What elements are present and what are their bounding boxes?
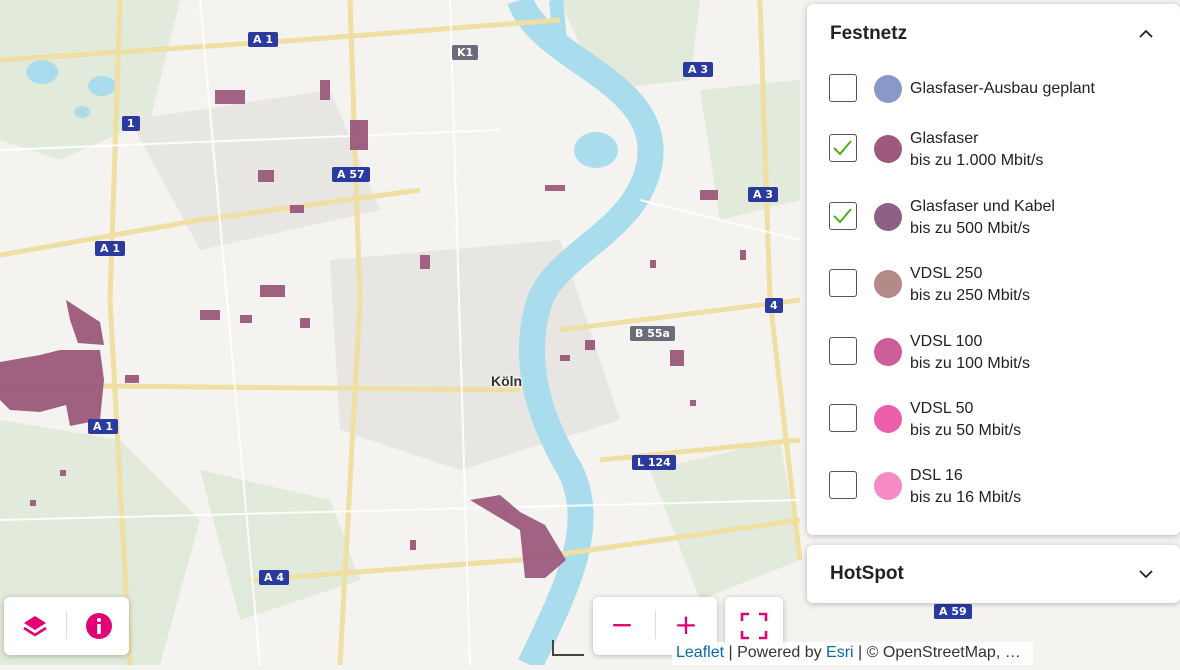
fullscreen-icon (740, 612, 768, 640)
info-button[interactable] (84, 611, 114, 641)
layers-button[interactable] (20, 611, 50, 641)
legend-label-speed: bis zu 100 Mbit/s (910, 355, 1031, 372)
legend-checkbox[interactable] (829, 134, 857, 162)
road-label-a59: A 59 (934, 604, 972, 619)
layers-info-control (4, 597, 129, 655)
leaflet-link[interactable]: Leaflet (676, 644, 724, 661)
road-label-4: 4 (765, 298, 783, 313)
legend-label-speed: bis zu 50 Mbit/s (910, 422, 1022, 439)
road-label-a1-west: A 1 (95, 241, 125, 256)
legend-label-title: Glasfaser (910, 130, 979, 147)
attribution: Leaflet | Powered by Esri | © OpenStreet… (672, 642, 1033, 665)
info-icon (86, 613, 112, 639)
legend-checkbox[interactable] (829, 337, 857, 365)
zoom-out-label: − (610, 608, 634, 641)
legend-label: Glasfaser-Ausbau geplant (910, 78, 1095, 100)
legend-checkbox[interactable] (829, 404, 857, 432)
legend-row[interactable]: VDSL 100 bis zu 100 Mbit/s (829, 333, 1159, 387)
road-label-1: 1 (122, 116, 140, 131)
legend-color-swatch (874, 203, 902, 231)
road-label-a4: A 4 (259, 570, 289, 585)
legend-color-swatch (874, 472, 902, 500)
festnetz-header[interactable]: Festnetz (807, 4, 1180, 64)
legend-label: VDSL 100 bis zu 100 Mbit/s (910, 331, 1030, 375)
legend-color-swatch (874, 405, 902, 433)
legend-label-speed: bis zu 500 Mbit/s (910, 220, 1031, 237)
road-label-a57: A 57 (332, 167, 370, 182)
road-label-a3-north: A 3 (683, 62, 713, 77)
legend-color-swatch (874, 75, 902, 103)
legend-label-title: DSL 16 (910, 467, 963, 484)
legend-label-title: VDSL 50 (910, 400, 974, 417)
legend-label: VDSL 50 bis zu 50 Mbit/s (910, 398, 1021, 442)
hotspot-panel[interactable]: HotSpot (807, 545, 1180, 603)
road-label-a3-east: A 3 (748, 187, 778, 202)
legend-checkbox[interactable] (829, 74, 857, 102)
layers-icon (23, 616, 47, 637)
legend-checkbox[interactable] (829, 269, 857, 297)
legend-label-title: VDSL 250 (910, 265, 983, 282)
legend-row[interactable]: Glasfaser bis zu 1.000 Mbit/s (829, 130, 1159, 184)
legend-row[interactable]: Glasfaser und Kabel bis zu 500 Mbit/s (829, 198, 1159, 252)
city-label: Köln (491, 373, 523, 389)
legend-label-speed: bis zu 16 Mbit/s (910, 489, 1022, 506)
scale-bar (552, 640, 584, 656)
legend-color-swatch (874, 338, 902, 366)
legend-label: Glasfaser bis zu 1.000 Mbit/s (910, 128, 1043, 172)
esri-link[interactable]: Esri (826, 644, 854, 661)
legend-label-title: Glasfaser-Ausbau geplant (910, 80, 1095, 97)
festnetz-title: Festnetz (830, 23, 908, 44)
legend-row[interactable]: VDSL 250 bis zu 250 Mbit/s (829, 265, 1159, 319)
zoom-in-label: + (674, 608, 698, 641)
legend-row[interactable]: Glasfaser-Ausbau geplant (829, 74, 1159, 124)
road-label-a1-southwest: A 1 (88, 419, 118, 434)
chevron-down-icon (1139, 570, 1153, 579)
checkmark-icon (833, 208, 852, 224)
legend-color-swatch (874, 270, 902, 298)
road-label-a1-north: A 1 (248, 32, 278, 47)
legend-color-swatch (874, 135, 902, 163)
festnetz-panel: Festnetz Glasfaser-Ausbau geplant Glasfas… (807, 4, 1180, 535)
checkmark-icon (833, 140, 852, 156)
attribution-powered: | Powered by (724, 644, 827, 661)
zoom-out-button[interactable]: − (607, 607, 637, 643)
legend-checkbox[interactable] (829, 202, 857, 230)
chevron-up-icon (1139, 29, 1153, 38)
legend-label-speed: bis zu 1.000 Mbit/s (910, 152, 1044, 169)
legend-label-title: Glasfaser und Kabel (910, 198, 1055, 215)
zoom-in-button[interactable]: + (671, 607, 701, 643)
legend-label: Glasfaser und Kabel bis zu 500 Mbit/s (910, 196, 1055, 240)
road-label-l124: L 124 (632, 455, 676, 470)
road-label-b55a: B 55a (630, 326, 675, 341)
hotspot-title: HotSpot (830, 563, 904, 584)
legend-label: DSL 16 bis zu 16 Mbit/s (910, 465, 1021, 509)
legend-row[interactable]: DSL 16 bis zu 16 Mbit/s (829, 467, 1159, 521)
legend-label-title: VDSL 100 (910, 333, 983, 350)
legend-label: VDSL 250 bis zu 250 Mbit/s (910, 263, 1030, 307)
legend-row[interactable]: VDSL 50 bis zu 50 Mbit/s (829, 400, 1159, 454)
attribution-osm: | © OpenStreetMap, … (853, 644, 1021, 661)
legend-label-speed: bis zu 250 Mbit/s (910, 287, 1031, 304)
road-label-k1: K1 (452, 45, 479, 60)
legend-checkbox[interactable] (829, 471, 857, 499)
